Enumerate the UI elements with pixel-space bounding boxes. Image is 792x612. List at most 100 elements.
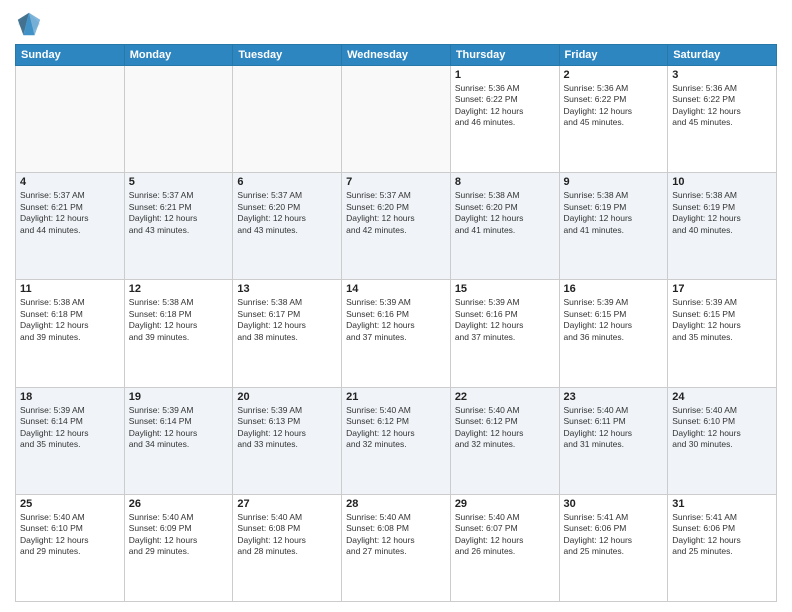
day-number: 3 xyxy=(672,69,772,81)
col-header-wednesday: Wednesday xyxy=(342,45,451,66)
day-info: Sunrise: 5:38 AM Sunset: 6:19 PM Dayligh… xyxy=(672,190,772,236)
week-row-3: 18 Sunrise: 5:39 AM Sunset: 6:14 PM Dayli… xyxy=(16,387,777,494)
day-number: 10 xyxy=(672,176,772,188)
calendar-cell: 20 Sunrise: 5:39 AM Sunset: 6:13 PM Dayli… xyxy=(233,387,342,494)
day-number: 31 xyxy=(672,498,772,510)
day-number: 29 xyxy=(455,498,555,510)
calendar-cell: 24Sunrise: 5:40 AM Sunset: 6:10 PM Dayli… xyxy=(668,387,777,494)
week-row-2: 11 Sunrise: 5:38 AM Sunset: 6:18 PM Dayli… xyxy=(16,280,777,387)
calendar-cell: 18 Sunrise: 5:39 AM Sunset: 6:14 PM Dayli… xyxy=(16,387,125,494)
day-number: 15 xyxy=(455,283,555,295)
calendar-cell: 14 Sunrise: 5:39 AM Sunset: 6:16 PM Dayli… xyxy=(342,280,451,387)
week-row-1: 4 Sunrise: 5:37 AM Sunset: 6:21 PM Daylig… xyxy=(16,173,777,280)
day-number: 23 xyxy=(564,391,664,403)
calendar-cell: 29 Sunrise: 5:40 AM Sunset: 6:07 PM Dayli… xyxy=(450,494,559,601)
calendar-table: SundayMondayTuesdayWednesdayThursdayFrid… xyxy=(15,44,777,602)
calendar-cell: 30Sunrise: 5:41 AM Sunset: 6:06 PM Dayli… xyxy=(559,494,668,601)
day-info: Sunrise: 5:39 AM Sunset: 6:14 PM Dayligh… xyxy=(129,405,229,451)
calendar-header-row: SundayMondayTuesdayWednesdayThursdayFrid… xyxy=(16,45,777,66)
day-info: Sunrise: 5:38 AM Sunset: 6:18 PM Dayligh… xyxy=(20,297,120,343)
calendar-cell: 13Sunrise: 5:38 AM Sunset: 6:17 PM Dayli… xyxy=(233,280,342,387)
calendar-cell: 21Sunrise: 5:40 AM Sunset: 6:12 PM Dayli… xyxy=(342,387,451,494)
day-number: 8 xyxy=(455,176,555,188)
calendar-cell: 19 Sunrise: 5:39 AM Sunset: 6:14 PM Dayli… xyxy=(124,387,233,494)
day-info: Sunrise: 5:37 AM Sunset: 6:20 PM Dayligh… xyxy=(346,190,446,236)
day-info: Sunrise: 5:36 AM Sunset: 6:22 PM Dayligh… xyxy=(564,83,664,129)
day-info: Sunrise: 5:38 AM Sunset: 6:20 PM Dayligh… xyxy=(455,190,555,236)
week-row-4: 25 Sunrise: 5:40 AM Sunset: 6:10 PM Dayli… xyxy=(16,494,777,601)
calendar-cell: 22 Sunrise: 5:40 AM Sunset: 6:12 PM Dayli… xyxy=(450,387,559,494)
day-number: 9 xyxy=(564,176,664,188)
calendar-cell: 25 Sunrise: 5:40 AM Sunset: 6:10 PM Dayli… xyxy=(16,494,125,601)
calendar-cell: 27 Sunrise: 5:40 AM Sunset: 6:08 PM Dayli… xyxy=(233,494,342,601)
day-number: 17 xyxy=(672,283,772,295)
day-info: Sunrise: 5:40 AM Sunset: 6:08 PM Dayligh… xyxy=(346,512,446,558)
col-header-sunday: Sunday xyxy=(16,45,125,66)
day-info: Sunrise: 5:39 AM Sunset: 6:14 PM Dayligh… xyxy=(20,405,120,451)
day-number: 4 xyxy=(20,176,120,188)
calendar-cell: 28Sunrise: 5:40 AM Sunset: 6:08 PM Dayli… xyxy=(342,494,451,601)
day-number: 6 xyxy=(237,176,337,188)
day-info: Sunrise: 5:40 AM Sunset: 6:07 PM Dayligh… xyxy=(455,512,555,558)
day-number: 5 xyxy=(129,176,229,188)
calendar-cell: 8 Sunrise: 5:38 AM Sunset: 6:20 PM Daylig… xyxy=(450,173,559,280)
calendar-cell: 1Sunrise: 5:36 AM Sunset: 6:22 PM Daylig… xyxy=(450,66,559,173)
calendar-cell: 17 Sunrise: 5:39 AM Sunset: 6:15 PM Dayli… xyxy=(668,280,777,387)
day-info: Sunrise: 5:38 AM Sunset: 6:17 PM Dayligh… xyxy=(237,297,337,343)
calendar-cell: 15Sunrise: 5:39 AM Sunset: 6:16 PM Dayli… xyxy=(450,280,559,387)
day-info: Sunrise: 5:40 AM Sunset: 6:11 PM Dayligh… xyxy=(564,405,664,451)
day-number: 2 xyxy=(564,69,664,81)
day-number: 11 xyxy=(20,283,120,295)
calendar-cell: 23 Sunrise: 5:40 AM Sunset: 6:11 PM Dayli… xyxy=(559,387,668,494)
day-number: 19 xyxy=(129,391,229,403)
day-info: Sunrise: 5:40 AM Sunset: 6:08 PM Dayligh… xyxy=(237,512,337,558)
day-info: Sunrise: 5:38 AM Sunset: 6:18 PM Dayligh… xyxy=(129,297,229,343)
day-number: 22 xyxy=(455,391,555,403)
day-info: Sunrise: 5:36 AM Sunset: 6:22 PM Dayligh… xyxy=(455,83,555,129)
calendar-cell: 5 Sunrise: 5:37 AM Sunset: 6:21 PM Daylig… xyxy=(124,173,233,280)
calendar-cell: 11 Sunrise: 5:38 AM Sunset: 6:18 PM Dayli… xyxy=(16,280,125,387)
calendar-cell: 10 Sunrise: 5:38 AM Sunset: 6:19 PM Dayli… xyxy=(668,173,777,280)
day-number: 27 xyxy=(237,498,337,510)
day-info: Sunrise: 5:41 AM Sunset: 6:06 PM Dayligh… xyxy=(672,512,772,558)
calendar-cell: 16Sunrise: 5:39 AM Sunset: 6:15 PM Dayli… xyxy=(559,280,668,387)
col-header-friday: Friday xyxy=(559,45,668,66)
calendar-cell: 26 Sunrise: 5:40 AM Sunset: 6:09 PM Dayli… xyxy=(124,494,233,601)
col-header-tuesday: Tuesday xyxy=(233,45,342,66)
calendar-cell xyxy=(124,66,233,173)
day-info: Sunrise: 5:39 AM Sunset: 6:15 PM Dayligh… xyxy=(672,297,772,343)
calendar-cell: 31 Sunrise: 5:41 AM Sunset: 6:06 PM Dayli… xyxy=(668,494,777,601)
day-info: Sunrise: 5:40 AM Sunset: 6:12 PM Dayligh… xyxy=(455,405,555,451)
day-number: 20 xyxy=(237,391,337,403)
day-info: Sunrise: 5:37 AM Sunset: 6:21 PM Dayligh… xyxy=(20,190,120,236)
calendar-cell: 3 Sunrise: 5:36 AM Sunset: 6:22 PM Daylig… xyxy=(668,66,777,173)
calendar-cell xyxy=(233,66,342,173)
logo xyxy=(15,10,47,38)
col-header-monday: Monday xyxy=(124,45,233,66)
col-header-thursday: Thursday xyxy=(450,45,559,66)
day-number: 26 xyxy=(129,498,229,510)
day-info: Sunrise: 5:37 AM Sunset: 6:21 PM Dayligh… xyxy=(129,190,229,236)
col-header-saturday: Saturday xyxy=(668,45,777,66)
day-number: 25 xyxy=(20,498,120,510)
calendar-cell: 12 Sunrise: 5:38 AM Sunset: 6:18 PM Dayli… xyxy=(124,280,233,387)
day-info: Sunrise: 5:36 AM Sunset: 6:22 PM Dayligh… xyxy=(672,83,772,129)
calendar-cell xyxy=(16,66,125,173)
page: SundayMondayTuesdayWednesdayThursdayFrid… xyxy=(0,0,792,612)
day-info: Sunrise: 5:40 AM Sunset: 6:09 PM Dayligh… xyxy=(129,512,229,558)
day-number: 18 xyxy=(20,391,120,403)
day-number: 14 xyxy=(346,283,446,295)
day-info: Sunrise: 5:40 AM Sunset: 6:10 PM Dayligh… xyxy=(20,512,120,558)
calendar-cell: 9Sunrise: 5:38 AM Sunset: 6:19 PM Daylig… xyxy=(559,173,668,280)
day-number: 16 xyxy=(564,283,664,295)
calendar-cell: 6Sunrise: 5:37 AM Sunset: 6:20 PM Daylig… xyxy=(233,173,342,280)
day-info: Sunrise: 5:39 AM Sunset: 6:13 PM Dayligh… xyxy=(237,405,337,451)
calendar-cell: 7 Sunrise: 5:37 AM Sunset: 6:20 PM Daylig… xyxy=(342,173,451,280)
day-number: 12 xyxy=(129,283,229,295)
day-number: 7 xyxy=(346,176,446,188)
day-info: Sunrise: 5:40 AM Sunset: 6:10 PM Dayligh… xyxy=(672,405,772,451)
calendar-cell xyxy=(342,66,451,173)
day-number: 30 xyxy=(564,498,664,510)
calendar-cell: 4 Sunrise: 5:37 AM Sunset: 6:21 PM Daylig… xyxy=(16,173,125,280)
day-info: Sunrise: 5:39 AM Sunset: 6:16 PM Dayligh… xyxy=(346,297,446,343)
